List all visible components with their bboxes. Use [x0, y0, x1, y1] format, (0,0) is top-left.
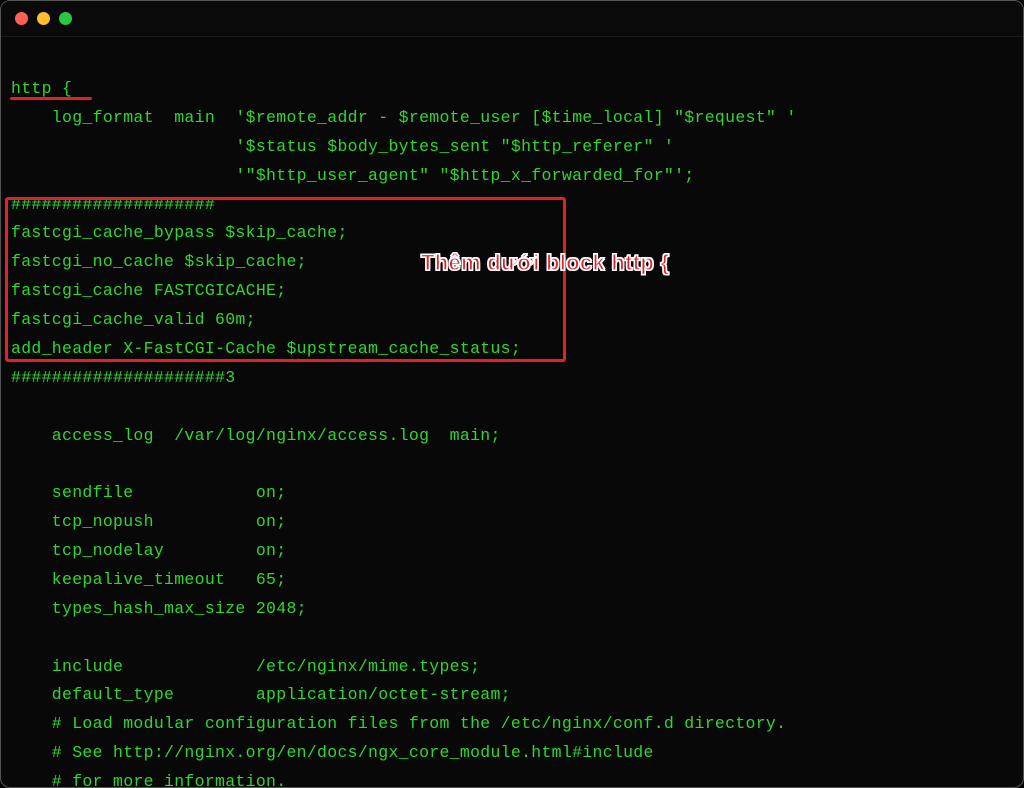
terminal-content[interactable]: http { log_format main '$remote_addr - $…: [1, 37, 1023, 787]
code-line: types_hash_max_size 2048;: [11, 599, 307, 618]
window-titlebar: [1, 1, 1023, 37]
code-line: keepalive_timeout 65;: [11, 570, 286, 589]
minimize-icon[interactable]: [37, 12, 50, 25]
code-line: log_format main '$remote_addr - $remote_…: [11, 108, 797, 127]
code-line: http {: [11, 79, 72, 98]
annotation-label: Thêm dưới block http {: [421, 250, 669, 276]
emphasis-underline: [10, 97, 92, 100]
code-line: # Load modular configuration files from …: [11, 714, 786, 733]
code-line: include /etc/nginx/mime.types;: [11, 657, 480, 676]
close-icon[interactable]: [15, 12, 28, 25]
code-line: fastcgi_cache FASTCGICACHE;: [11, 281, 286, 300]
code-line: add_header X-FastCGI-Cache $upstream_cac…: [11, 339, 521, 358]
code-line: # See http://nginx.org/en/docs/ngx_core_…: [11, 743, 654, 762]
code-line: '"$http_user_agent" "$http_x_forwarded_f…: [11, 166, 695, 185]
code-line: tcp_nodelay on;: [11, 541, 286, 560]
code-line: # for more information.: [11, 772, 286, 788]
code-line: fastcgi_cache_bypass $skip_cache;: [11, 223, 348, 242]
code-line: fastcgi_no_cache $skip_cache;: [11, 252, 307, 271]
code-line: #####################3: [11, 368, 235, 387]
terminal-window: http { log_format main '$remote_addr - $…: [0, 0, 1024, 788]
code-line: access_log /var/log/nginx/access.log mai…: [11, 426, 501, 445]
code-line: fastcgi_cache_valid 60m;: [11, 310, 256, 329]
code-line: ####################: [11, 195, 215, 214]
code-line: '$status $body_bytes_sent "$http_referer…: [11, 137, 674, 156]
code-line: tcp_nopush on;: [11, 512, 286, 531]
code-line: sendfile on;: [11, 483, 286, 502]
maximize-icon[interactable]: [59, 12, 72, 25]
code-line: default_type application/octet-stream;: [11, 685, 511, 704]
